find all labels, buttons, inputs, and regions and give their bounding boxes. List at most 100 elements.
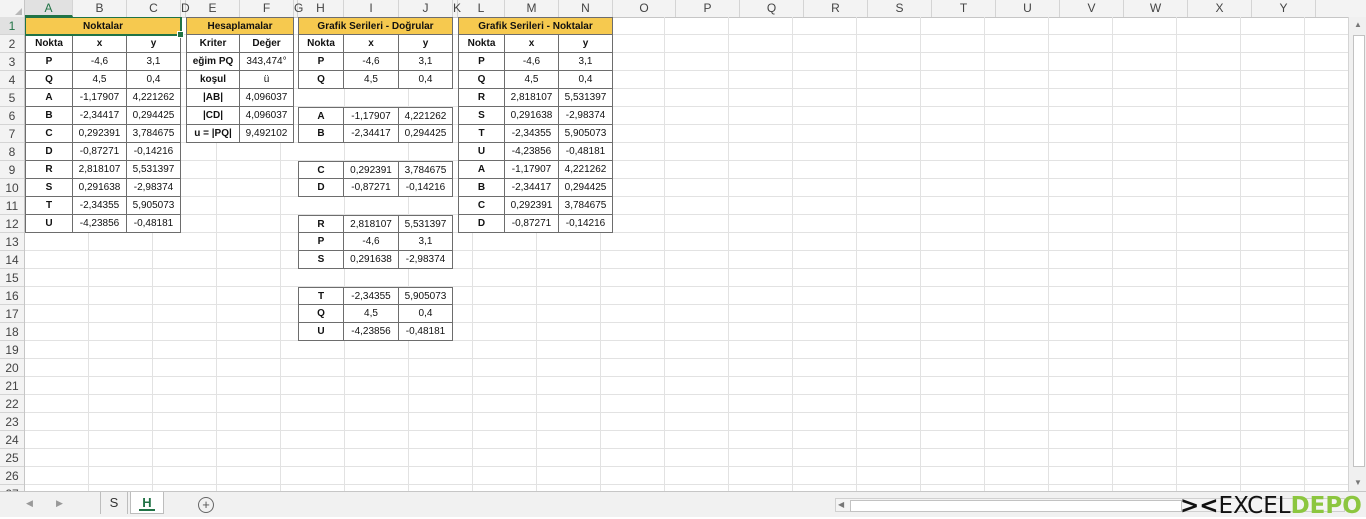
table-cell[interactable]: 0,291638 [73, 179, 127, 197]
plus-circle-icon[interactable]: + [198, 497, 214, 513]
column-header-Q[interactable]: Q [740, 0, 804, 17]
row-header-17[interactable]: 17 [0, 305, 24, 323]
row-header-2[interactable]: 2 [0, 35, 24, 53]
table-cell[interactable]: B [458, 179, 505, 197]
table-title-hesaplamalar[interactable]: Hesaplamalar [186, 17, 294, 35]
triangle-left-icon[interactable]: ◀ [26, 498, 33, 509]
table-cell[interactable]: 3,1 [399, 233, 453, 251]
column-header-O[interactable]: O [613, 0, 676, 17]
row-header-6[interactable]: 6 [0, 107, 24, 125]
table-cell[interactable]: 343,474° [240, 53, 294, 71]
table-cell[interactable]: -4,23856 [73, 215, 127, 233]
table-cell[interactable]: ü [240, 71, 294, 89]
row-header-25[interactable]: 25 [0, 449, 24, 467]
table-cell[interactable]: R [25, 161, 73, 179]
table-cell[interactable]: 9,492102 [240, 125, 294, 143]
table-cell[interactable]: 0,294425 [127, 107, 181, 125]
table-cell[interactable]: 0,292391 [344, 161, 399, 179]
column-header-V[interactable]: V [1060, 0, 1124, 17]
table-cell[interactable]: -4,23856 [505, 143, 559, 161]
triangle-right-icon[interactable]: ▶ [56, 498, 63, 509]
table-cell[interactable]: |CD| [186, 107, 240, 125]
table-cell[interactable]: 5,905073 [127, 197, 181, 215]
table-cell[interactable]: T [298, 287, 344, 305]
table-cell[interactable]: T [25, 197, 73, 215]
table-cell[interactable]: -0,14216 [559, 215, 613, 233]
table-cell[interactable]: A [458, 161, 505, 179]
table-cell[interactable]: D [25, 143, 73, 161]
row-header-13[interactable]: 13 [0, 233, 24, 251]
table-cell[interactable]: -1,17907 [344, 107, 399, 125]
column-header-R[interactable]: R [804, 0, 868, 17]
column-header-S[interactable]: S [868, 0, 932, 17]
table-cell[interactable]: P [298, 53, 344, 71]
table-cell[interactable]: -2,34355 [344, 287, 399, 305]
row-header-1[interactable]: 1 [0, 17, 24, 35]
table-cell[interactable]: -2,34417 [73, 107, 127, 125]
table-cell[interactable]: -2,98374 [127, 179, 181, 197]
column-label[interactable]: Nokta [25, 35, 73, 53]
table-cell[interactable]: -1,17907 [73, 89, 127, 107]
table-cell[interactable]: -0,87271 [505, 215, 559, 233]
table-cell[interactable]: Q [458, 71, 505, 89]
table-cell[interactable]: 4,5 [344, 305, 399, 323]
table-cell[interactable]: P [458, 53, 505, 71]
column-header-E[interactable]: E [186, 0, 240, 17]
row-header-22[interactable]: 22 [0, 395, 24, 413]
row-header-10[interactable]: 10 [0, 179, 24, 197]
select-all-corner[interactable] [0, 0, 25, 17]
table-cell[interactable]: 5,531397 [559, 89, 613, 107]
column-label[interactable]: Değer [240, 35, 294, 53]
table-cell[interactable]: Q [298, 305, 344, 323]
table-cell[interactable]: -2,98374 [559, 107, 613, 125]
column-label[interactable]: y [399, 35, 453, 53]
table-cell[interactable]: -4,6 [344, 233, 399, 251]
table-cell[interactable]: U [25, 215, 73, 233]
table-cell[interactable]: S [298, 251, 344, 269]
table-cell[interactable]: 3,784675 [399, 161, 453, 179]
table-cell[interactable]: -4,6 [344, 53, 399, 71]
column-header-X[interactable]: X [1188, 0, 1252, 17]
table-cell[interactable]: 5,531397 [127, 161, 181, 179]
table-cell[interactable]: 0,291638 [505, 107, 559, 125]
table-cell[interactable]: 4,096037 [240, 107, 294, 125]
row-header-15[interactable]: 15 [0, 269, 24, 287]
table-cell[interactable]: P [298, 233, 344, 251]
table-cell[interactable]: D [458, 215, 505, 233]
column-label[interactable]: Nokta [458, 35, 505, 53]
table-cell[interactable]: 0,4 [559, 71, 613, 89]
row-header-4[interactable]: 4 [0, 71, 24, 89]
row-header-18[interactable]: 18 [0, 323, 24, 341]
table-cell[interactable]: u = |PQ| [186, 125, 240, 143]
table-cell[interactable]: 4,5 [505, 71, 559, 89]
column-header-B[interactable]: B [73, 0, 127, 17]
table-cell[interactable]: 4,5 [73, 71, 127, 89]
sheet-tab-S[interactable]: S [100, 492, 128, 514]
row-header-9[interactable]: 9 [0, 161, 24, 179]
row-header-7[interactable]: 7 [0, 125, 24, 143]
row-header-3[interactable]: 3 [0, 53, 24, 71]
row-header-21[interactable]: 21 [0, 377, 24, 395]
column-header-I[interactable]: I [344, 0, 399, 17]
table-cell[interactable]: -4,23856 [344, 323, 399, 341]
table-cell[interactable]: 0,294425 [559, 179, 613, 197]
table-cell[interactable]: -2,34417 [505, 179, 559, 197]
table-cell[interactable]: S [458, 107, 505, 125]
table-cell[interactable]: Q [25, 71, 73, 89]
table-cell[interactable]: T [458, 125, 505, 143]
table-cell[interactable]: -0,87271 [344, 179, 399, 197]
column-header-H[interactable]: H [298, 0, 344, 17]
table-cell[interactable]: 5,905073 [559, 125, 613, 143]
table-cell[interactable]: koşul [186, 71, 240, 89]
table-cell[interactable]: P [25, 53, 73, 71]
table-cell[interactable]: 0,4 [399, 305, 453, 323]
table-cell[interactable]: 3,1 [399, 53, 453, 71]
table-cell[interactable]: 0,292391 [505, 197, 559, 215]
table-cell[interactable]: U [298, 323, 344, 341]
table-cell[interactable]: C [298, 161, 344, 179]
table-cell[interactable]: -4,6 [73, 53, 127, 71]
row-header-11[interactable]: 11 [0, 197, 24, 215]
column-header-L[interactable]: L [458, 0, 505, 17]
table-cell[interactable]: -0,48181 [127, 215, 181, 233]
table-cell[interactable]: 0,4 [399, 71, 453, 89]
